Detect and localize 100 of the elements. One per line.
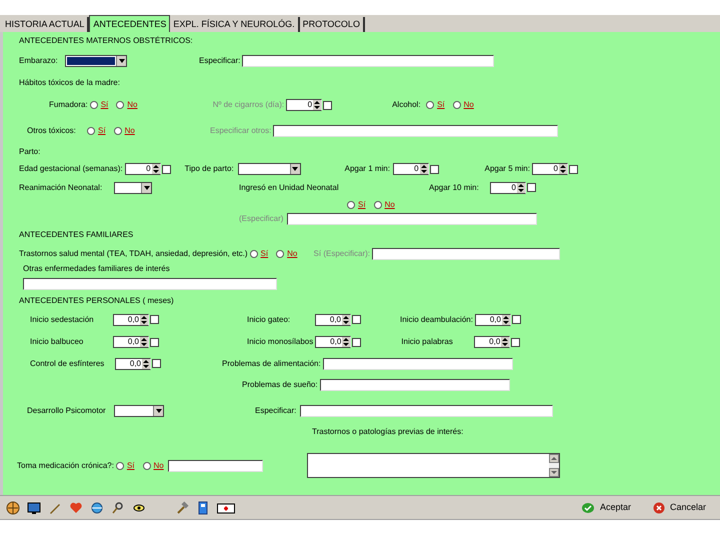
radio-button[interactable]: Sí [90, 99, 108, 111]
checkbox[interactable] [512, 315, 521, 324]
spin-arrows-icon [558, 164, 567, 174]
text-field[interactable] [322, 358, 513, 370]
field-label: Sí (Especificar): [314, 248, 372, 260]
checkbox[interactable] [150, 315, 159, 324]
text-field[interactable] [320, 379, 510, 391]
number-spinner[interactable]: 0 [286, 99, 322, 111]
checkbox[interactable] [527, 183, 536, 192]
dropdown[interactable] [65, 55, 127, 67]
scrollbar-arrows-icon [548, 454, 559, 477]
spin-arrows-icon [420, 164, 428, 174]
document-icon[interactable] [196, 500, 210, 514]
radio-button[interactable]: No [374, 198, 395, 210]
radio-button[interactable]: Sí [426, 99, 445, 111]
monitor-icon[interactable] [27, 500, 41, 514]
section-heading: ANTECEDENTES FAMILIARES [19, 229, 134, 241]
dropdown[interactable] [238, 163, 301, 175]
field-label: Toma medicación crónica?: [17, 460, 115, 472]
radio-button[interactable]: No [116, 99, 138, 111]
radio-button[interactable]: Sí [250, 248, 268, 260]
spin-arrows-icon [501, 337, 510, 347]
field-label: Apgar 10 min: [429, 182, 480, 194]
field-label: Trastornos o patologías previas de interés: [312, 426, 464, 438]
number-spinner[interactable]: 0,0 [315, 314, 351, 326]
ball-icon[interactable] [6, 500, 20, 514]
text-field[interactable] [287, 213, 537, 225]
field-label: Embarazo: [19, 55, 59, 67]
number-spinner[interactable]: 0,0 [474, 336, 510, 348]
checkbox[interactable] [152, 359, 161, 368]
spin-arrows-icon [517, 182, 525, 192]
field-label: Control de esfínteres [30, 358, 106, 370]
cancel-button[interactable]: Cancelar [650, 500, 708, 514]
heart-icon[interactable] [69, 500, 83, 514]
radio-button[interactable]: Sí [87, 124, 106, 136]
checkbox[interactable] [352, 315, 361, 324]
accept-button[interactable]: Aceptar [578, 500, 633, 514]
radio-button[interactable]: No [114, 124, 135, 136]
field-label: Apgar 5 min: [484, 163, 531, 175]
close-icon [652, 502, 665, 514]
checkbox[interactable] [511, 338, 520, 346]
number-spinner[interactable]: 0,0 [113, 314, 149, 326]
field-label: Apgar 1 min: [344, 163, 391, 175]
search-icon[interactable] [111, 500, 125, 514]
field-label: Fumadora: [49, 99, 89, 111]
section-heading: ANTECEDENTES MATERNOS OBSTÉTRICOS: [19, 35, 193, 47]
checkbox[interactable] [352, 338, 362, 346]
text-field[interactable] [273, 124, 558, 136]
checkbox[interactable] [323, 100, 332, 110]
field-label: Reanimación Neonatal: [19, 182, 104, 194]
field-label: Inicio balbuceo [30, 336, 84, 348]
text-area[interactable] [306, 453, 560, 478]
radio-button[interactable]: No [452, 99, 474, 111]
globe-icon[interactable] [90, 500, 104, 514]
number-spinner[interactable]: 0 [532, 163, 568, 175]
first-aid-icon[interactable] [217, 500, 235, 514]
dropdown[interactable] [114, 404, 164, 416]
tab[interactable]: PROTOCOLO [300, 17, 365, 32]
tab[interactable]: ANTECEDENTES [89, 15, 170, 32]
radio-button[interactable]: Sí [116, 460, 134, 472]
number-spinner[interactable]: 0,0 [474, 314, 511, 326]
spin-arrows-icon [342, 337, 350, 347]
spin-arrows-icon [142, 358, 150, 368]
radio-button[interactable]: Sí [347, 198, 366, 210]
radio-button[interactable]: No [142, 460, 164, 472]
field-label: Inicio palabras [401, 336, 454, 348]
field-label: Inicio deambulación: [400, 314, 474, 326]
field-label: Otras enfermedades familiares de interés [23, 262, 171, 274]
number-spinner[interactable]: 0,0 [115, 358, 151, 370]
field-label: Especificar: [199, 55, 242, 67]
text-field[interactable] [23, 278, 277, 290]
number-spinner[interactable]: 0 [490, 182, 526, 194]
spin-arrows-icon [342, 314, 350, 324]
section-heading: ANTECEDENTES PERSONALES ( meses) [19, 295, 174, 307]
check-icon [580, 502, 595, 514]
field-label: Ingresó en Unidad Neonatal [239, 182, 340, 194]
checkbox[interactable] [568, 164, 578, 174]
text-field[interactable] [168, 460, 263, 472]
spin-arrows-icon [140, 337, 148, 347]
hammer-icon[interactable] [175, 500, 189, 514]
checkbox[interactable] [430, 164, 439, 174]
field-label: Desarrollo Psicomotor [27, 404, 107, 416]
text-field[interactable] [242, 55, 494, 67]
radio-button[interactable]: No [276, 248, 298, 260]
dropdown-arrow-icon [153, 406, 163, 416]
field-label: Alcohol: [392, 99, 422, 111]
text-field[interactable] [372, 248, 560, 260]
number-spinner[interactable]: 0,0 [315, 336, 352, 348]
field-label: Especificar: [255, 404, 298, 416]
checkbox[interactable] [150, 338, 159, 346]
number-spinner[interactable]: 0,0 [113, 336, 149, 348]
number-spinner[interactable]: 0 [124, 163, 161, 175]
spin-arrows-icon [152, 164, 160, 174]
dropdown[interactable] [114, 182, 152, 194]
field-label: Edad gestacional (semanas): [19, 163, 124, 175]
checkbox[interactable] [162, 164, 171, 174]
number-spinner[interactable]: 0 [392, 163, 429, 175]
field-label: Problemas de sueño: [242, 379, 319, 391]
text-field[interactable] [300, 404, 553, 416]
field-label: (Especificar) [239, 213, 284, 225]
